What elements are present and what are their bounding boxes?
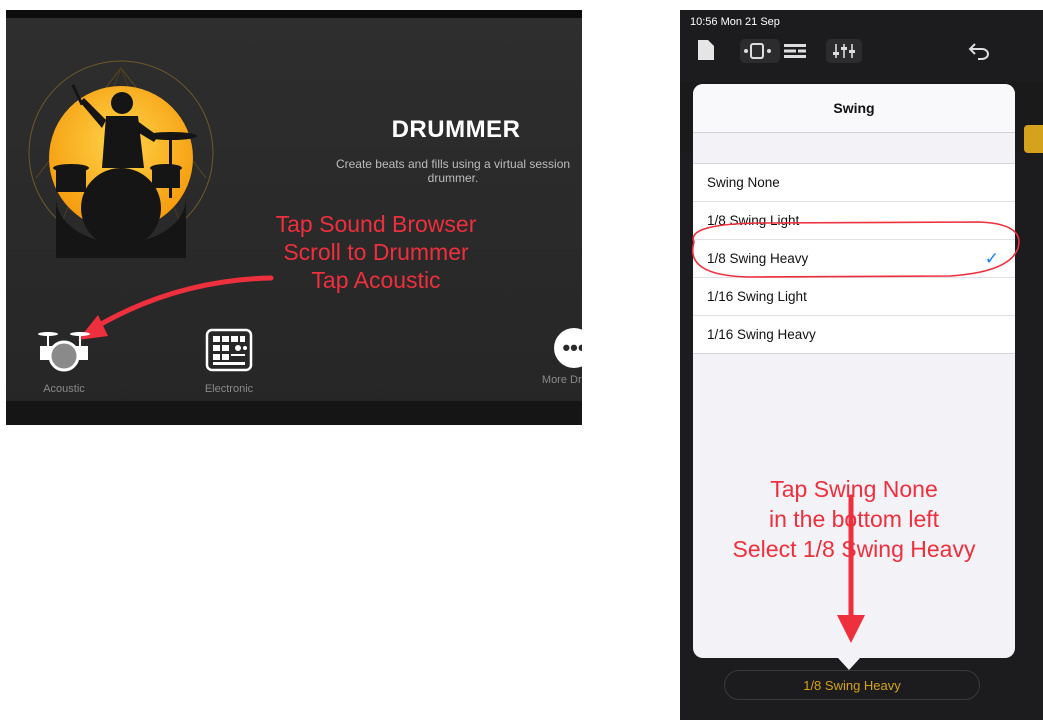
drummer-panel: DRUMMER Create beats and fills using a v… [6,10,582,425]
electronic-tile[interactable]: Electronic [169,328,289,395]
acoustic-label: Acoustic [43,383,85,395]
popover-pointer [838,658,860,670]
more-drummers-tile[interactable]: ••• 1 More Drumm [514,328,582,386]
more-icon: ••• 1 [554,328,582,368]
drum-kit-icon [38,332,90,372]
electronic-label: Electronic [204,383,254,395]
swing-selector-button[interactable]: 1/8 Swing Heavy [724,670,980,700]
annotation-markup [691,221,1020,643]
acoustic-tile[interactable]: Acoustic [6,328,124,395]
ipad-swing-panel: 10:56 Mon 21 Sep Swing Swing None 1/8 Sw… [680,10,1043,720]
more-drummers-label: More Drumm [541,374,582,386]
bottom-bar [6,401,582,425]
drum-machine-icon [205,328,253,372]
